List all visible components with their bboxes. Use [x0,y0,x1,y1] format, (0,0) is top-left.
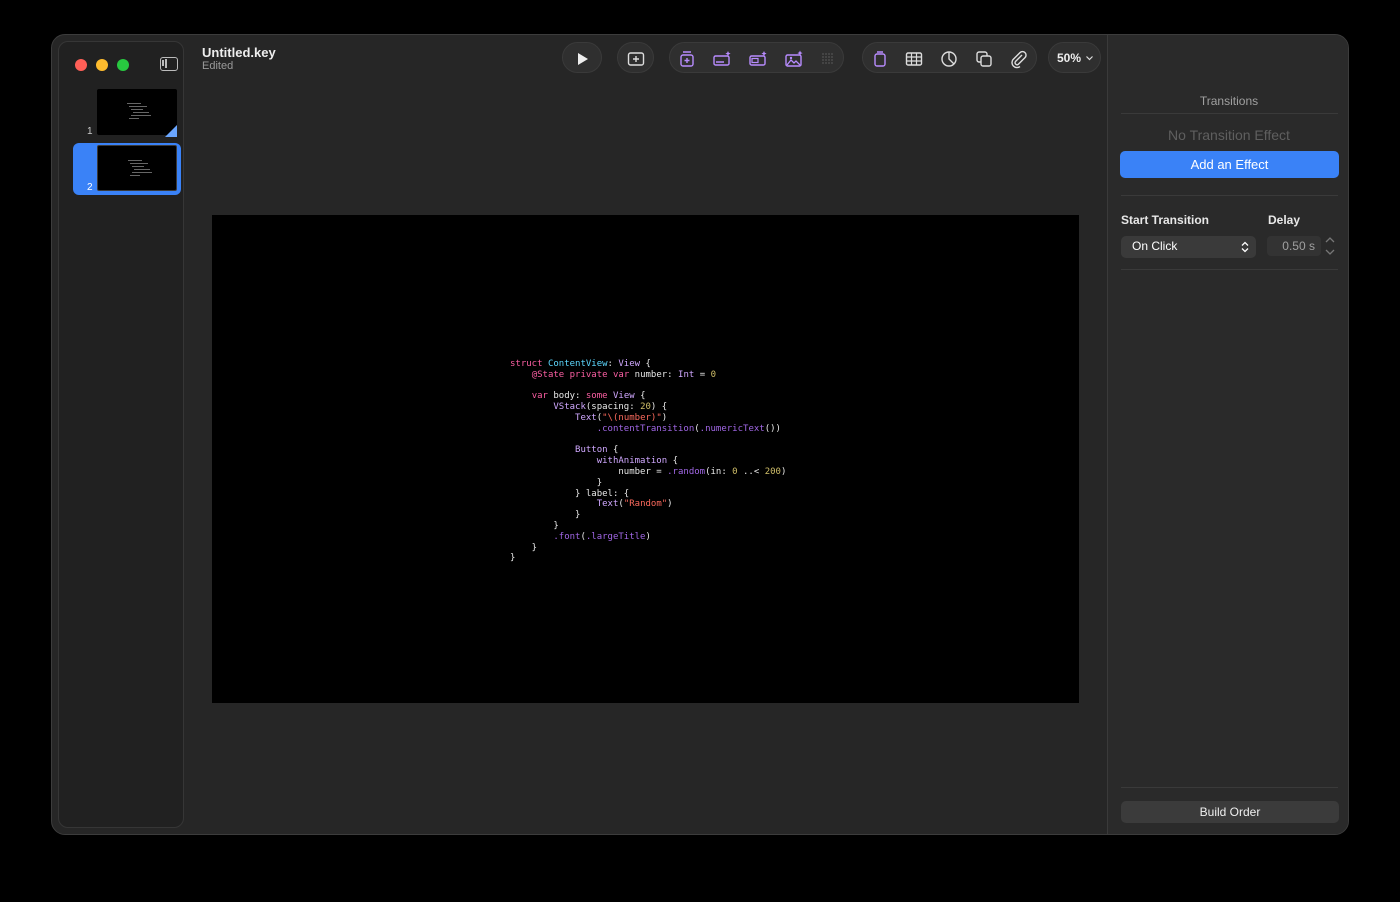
zoom-menu[interactable]: 50% [1048,42,1101,73]
start-transition-popup[interactable]: On Click [1121,236,1256,258]
slide-preview [97,145,177,191]
play-button[interactable] [562,42,602,73]
transition-inspector: Transitions No Transition Effect Add an … [1107,35,1348,834]
keynote-window: 1 2 Untitled.key Edited 50% struct Conte… [51,34,1349,835]
start-transition-value: On Click [1132,239,1178,253]
grid-dots-icon[interactable] [813,43,843,74]
minimize-window-button[interactable] [96,59,108,71]
image-ai-icon[interactable] [779,43,809,74]
slide[interactable]: struct ContentView: View { @State privat… [212,215,1079,703]
maximize-window-button[interactable] [117,59,129,71]
delay-stepper[interactable] [1323,234,1337,258]
document-status: Edited [202,60,234,72]
divider [1121,787,1338,788]
divider [1121,269,1338,270]
media-icon[interactable] [1003,43,1033,74]
add-slide-icon [621,43,651,74]
chevron-down-icon [1086,56,1093,61]
shape-icon[interactable] [969,43,999,74]
chart-icon[interactable] [934,43,964,74]
insert-toolbar-group [669,42,844,73]
delay-field[interactable]: 0.50 s [1267,236,1321,256]
table-icon[interactable] [899,43,929,74]
card-ai-icon[interactable] [743,43,773,74]
start-transition-label: Start Transition [1121,213,1210,227]
divider [1121,195,1338,196]
build-order-button[interactable]: Build Order [1121,801,1339,823]
sidebar-toggle-icon[interactable] [160,57,178,71]
object-toolbar-group [862,42,1037,73]
delay-label: Delay [1268,213,1301,227]
document-title: Untitled.key [202,45,276,60]
no-transition-label: No Transition Effect [1168,127,1290,143]
text-box-ai-icon[interactable] [672,43,702,74]
banner-ai-icon[interactable] [707,43,737,74]
slide-thumbnail-2[interactable]: 2 [73,143,181,195]
text-icon[interactable] [865,43,895,74]
slide-canvas: struct ContentView: View { @State privat… [189,83,1106,828]
close-window-button[interactable] [75,59,87,71]
play-icon [567,43,597,74]
transition-indicator-icon [165,125,177,137]
code-text-box[interactable]: struct ContentView: View { @State privat… [510,359,786,564]
divider [1121,113,1338,114]
add-effect-button[interactable]: Add an Effect [1120,151,1339,178]
slide-number: 1 [87,126,93,137]
slide-thumbnail-1[interactable]: 1 [73,87,181,139]
up-down-chevron-icon [1241,241,1249,253]
slide-number: 2 [87,182,93,193]
slide-navigator: 1 2 [58,41,184,828]
add-slide-button[interactable] [617,42,654,73]
inspector-title: Transitions [1199,94,1259,108]
zoom-value: 50% [1057,51,1082,65]
